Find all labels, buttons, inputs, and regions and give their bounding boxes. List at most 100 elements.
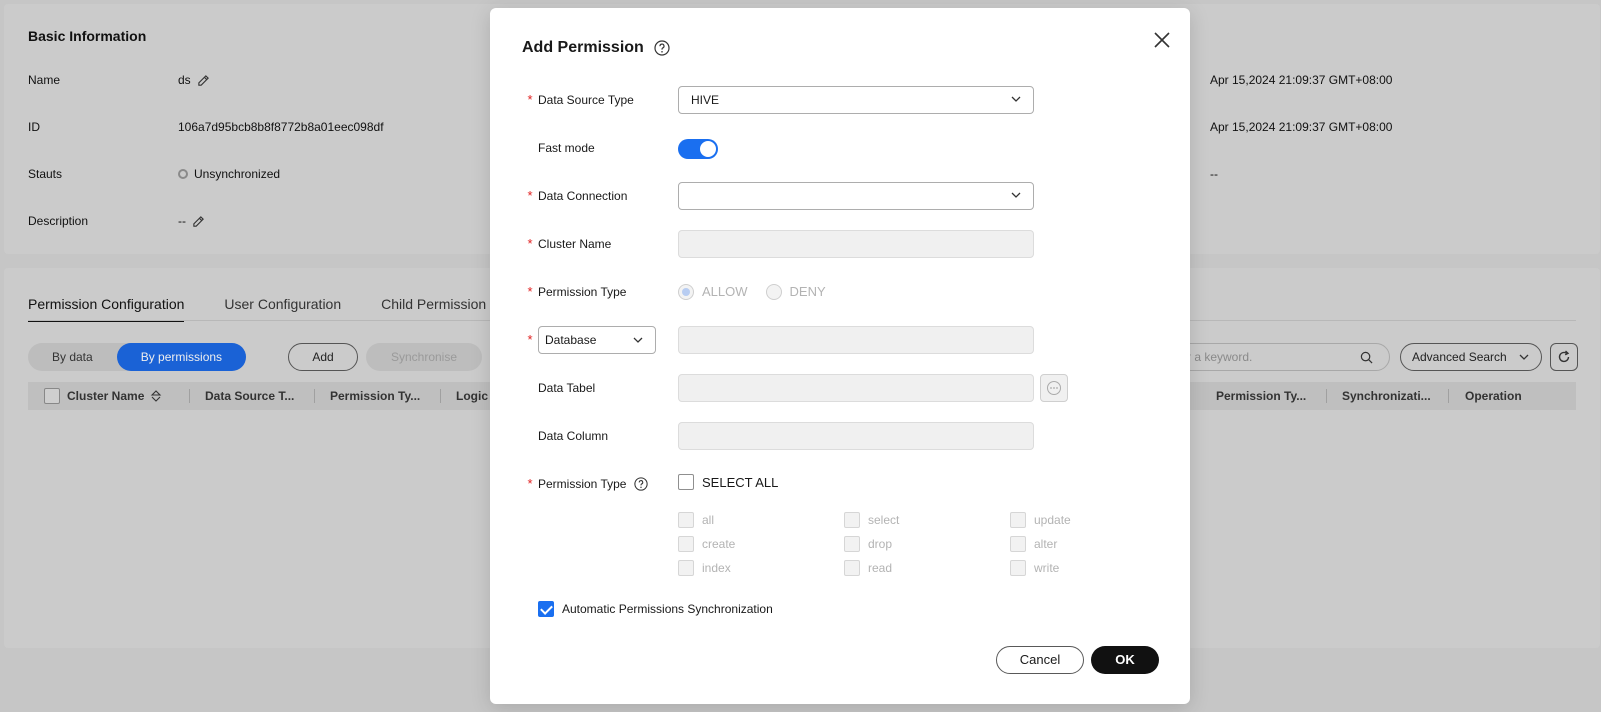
refresh-button[interactable] — [1550, 343, 1578, 371]
label-text: Data Tabel — [538, 381, 596, 395]
close-button[interactable] — [1148, 26, 1176, 54]
required-mark: * — [527, 332, 533, 347]
data-source-type-row: * Data Source Type HIVE — [522, 86, 1162, 114]
permission-type-row: * Permission Type ALLOW DENY — [522, 278, 1162, 306]
allow-radio[interactable]: ALLOW — [678, 278, 748, 306]
required-mark: * — [527, 236, 533, 251]
th-synchronization[interactable]: Synchronizati... — [1342, 382, 1431, 410]
deny-radio[interactable]: DENY — [765, 278, 826, 306]
sort-icon[interactable] — [150, 390, 162, 402]
tab-bar: Permission Configuration User Configurat… — [28, 296, 486, 322]
perm-checkbox-select[interactable]: select — [844, 512, 899, 528]
th-cluster-name[interactable]: Cluster Name — [67, 382, 144, 410]
th-operation[interactable]: Operation — [1465, 382, 1522, 410]
data-source-type-label: * Data Source Type — [522, 86, 634, 114]
column-divider — [1448, 389, 1449, 403]
help-icon[interactable] — [654, 40, 670, 56]
select-all-label: SELECT ALL — [702, 474, 779, 490]
perm-checkbox-index[interactable]: index — [678, 560, 731, 576]
search-icon[interactable] — [1360, 351, 1373, 364]
radio-icon — [765, 284, 782, 300]
perm-checkbox-read[interactable]: read — [844, 560, 892, 576]
data-table-row: Data Tabel — [522, 374, 1162, 402]
fast-mode-label: Fast mode — [522, 134, 595, 162]
label-text: Data Source Type — [538, 93, 634, 107]
by-permissions-button[interactable]: By permissions — [116, 343, 247, 371]
data-source-type-select[interactable]: HIVE — [678, 86, 1034, 114]
description-label: Description — [28, 214, 89, 228]
checkbox-icon — [678, 536, 694, 552]
database-row: * Database — [522, 326, 1162, 354]
edit-description-icon[interactable] — [192, 215, 205, 228]
add-permission-dialog: Add Permission * Data Source Type HIVE Fa… — [490, 8, 1190, 704]
checkbox-icon — [678, 474, 694, 490]
ok-button[interactable]: OK — [1091, 646, 1159, 674]
edit-name-icon[interactable] — [197, 74, 210, 87]
data-column-row: Data Column — [522, 422, 1162, 450]
perm-checkbox-alter[interactable]: alter — [1010, 536, 1057, 552]
status-text: Unsynchronized — [194, 167, 281, 181]
perm-checkbox-update[interactable]: update — [1010, 512, 1071, 528]
database-type-select[interactable]: Database — [538, 326, 656, 354]
database-input[interactable] — [678, 326, 1034, 354]
perm-checkbox-write[interactable]: write — [1010, 560, 1059, 576]
label-text: Fast mode — [538, 141, 595, 155]
label-text: Data Connection — [538, 189, 628, 203]
name-value: ds — [178, 73, 210, 87]
created-time: Apr 15,2024 21:09:37 GMT+08:00 — [1210, 73, 1393, 87]
id-value: 106a7d95bcb8b8f8772b8a01eec098df — [178, 120, 384, 134]
description-value: -- — [178, 214, 205, 228]
dialog-title: Add Permission — [522, 39, 670, 57]
perm-checkbox-all[interactable]: all — [678, 512, 714, 528]
database-required: * — [522, 326, 538, 354]
required-mark: * — [527, 284, 533, 299]
refresh-icon — [1558, 350, 1570, 363]
data-connection-label: * Data Connection — [522, 182, 627, 210]
column-divider — [440, 389, 441, 403]
label-text: Data Column — [538, 429, 609, 443]
auto-sync-label: Automatic Permissions Synchronization — [562, 602, 773, 616]
data-column-input[interactable] — [678, 422, 1034, 450]
th-logic[interactable]: Logic — [456, 382, 488, 410]
data-connection-select[interactable] — [678, 182, 1034, 210]
cluster-name-input[interactable] — [678, 230, 1034, 258]
allow-label: ALLOW — [702, 284, 748, 299]
select-all-checkbox[interactable]: SELECT ALL — [678, 474, 778, 490]
id-label: ID — [28, 120, 40, 134]
cancel-button[interactable]: Cancel — [996, 646, 1084, 674]
auto-sync-checkbox[interactable]: Automatic Permissions Synchronization — [538, 601, 773, 617]
advanced-search-label: Advanced Search — [1412, 350, 1507, 364]
perm-checkbox-drop[interactable]: drop — [844, 536, 892, 552]
fast-mode-row: Fast mode — [522, 134, 1162, 162]
checkbox-icon — [1010, 512, 1026, 528]
synchronise-button[interactable]: Synchronise — [366, 343, 482, 371]
permission-type-radio-group: ALLOW DENY — [678, 278, 826, 306]
help-icon[interactable] — [634, 477, 649, 491]
add-button[interactable]: Add — [288, 343, 358, 371]
dialog-title-text: Add Permission — [522, 39, 644, 56]
chevron-down-icon — [1011, 192, 1021, 198]
by-data-button[interactable]: By data — [28, 343, 117, 371]
perm-label: select — [868, 513, 900, 527]
checkbox-icon — [1010, 560, 1026, 576]
required-mark: * — [527, 188, 533, 203]
th-permission-type-2[interactable]: Permission Ty... — [1216, 382, 1306, 410]
radio-selected-icon — [678, 284, 694, 300]
database-select-value: Database — [545, 333, 597, 347]
name-label: Name — [28, 73, 61, 87]
permission-type-label: * Permission Type — [522, 278, 626, 306]
data-table-input[interactable] — [678, 374, 1034, 402]
th-data-source-type[interactable]: Data Source T... — [205, 382, 294, 410]
data-table-more-button[interactable] — [1040, 374, 1068, 402]
perm-label: all — [702, 513, 715, 527]
checkbox-icon — [844, 536, 860, 552]
tab-child-permission[interactable]: Child Permission — [381, 296, 486, 322]
checkbox-icon — [1010, 536, 1026, 552]
tab-permission-configuration[interactable]: Permission Configuration — [28, 296, 185, 322]
perm-checkbox-create[interactable]: create — [678, 536, 735, 552]
fast-mode-toggle[interactable] — [678, 139, 718, 159]
tab-user-configuration[interactable]: User Configuration — [224, 296, 341, 322]
select-all-rows-checkbox[interactable] — [44, 388, 60, 404]
th-permission-type[interactable]: Permission Ty... — [330, 382, 420, 410]
advanced-search-button[interactable]: Advanced Search — [1400, 343, 1542, 371]
